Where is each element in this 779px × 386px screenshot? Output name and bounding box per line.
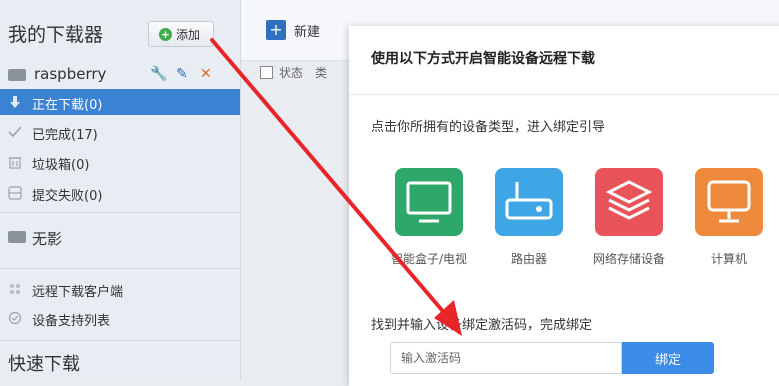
plus-circle-icon: +: [159, 27, 172, 41]
device-type-tv-button[interactable]: [395, 168, 463, 236]
column-header: 类: [315, 66, 328, 80]
quick-download-heading: 快速下载: [8, 354, 80, 375]
sidebar-item-label: 垃圾箱(0): [32, 158, 90, 173]
tv-icon: [406, 181, 452, 223]
support-list-icon: [8, 311, 22, 325]
divider: [349, 94, 779, 95]
select-all-checkbox[interactable]: [260, 66, 273, 79]
computer-icon: [707, 180, 751, 223]
link-label: 远程下载客户端: [32, 285, 124, 300]
sidebar-item-completed[interactable]: 已完成(17): [0, 119, 240, 145]
device-name: 无影: [32, 230, 63, 248]
downloader-sidebar: 我的下载器 + 添加 raspberry 🔧 ✎ ✕ 正在下载(0) 已完成(1…: [0, 0, 241, 380]
add-label: 添加: [176, 27, 201, 42]
device-type-nas-button[interactable]: [595, 168, 663, 236]
plus-icon: +: [266, 20, 286, 40]
device-type-router-button[interactable]: [495, 168, 563, 236]
device-type-computer-button[interactable]: [695, 168, 763, 236]
divider: [0, 212, 240, 213]
dialog-title: 使用以下方式开启智能设备远程下载: [371, 51, 595, 67]
bind-instruction: 找到并输入设备绑定激活码，完成绑定: [371, 318, 593, 333]
device-icon: [8, 69, 26, 81]
list-header: 状态 类: [260, 64, 327, 81]
delete-icon[interactable]: ✕: [200, 65, 212, 83]
failed-icon: [8, 186, 22, 200]
bind-button[interactable]: 绑定: [622, 342, 714, 374]
client-icon: [8, 282, 22, 296]
device-row-wuying[interactable]: 无影: [0, 223, 240, 249]
device-type-label: 计算机: [710, 252, 747, 266]
new-label: 新建: [294, 24, 321, 40]
activation-code-input[interactable]: [390, 342, 622, 374]
sidebar-item-downloading[interactable]: 正在下载(0): [0, 89, 240, 115]
remote-download-dialog: 使用以下方式开启智能设备远程下载 点击你所拥有的设备类型，进入绑定引导 智能盒子…: [349, 26, 779, 386]
device-name: raspberry: [34, 65, 107, 83]
add-downloader-button[interactable]: + 添加: [148, 21, 214, 47]
device-type-label: 路由器: [510, 252, 547, 266]
check-icon: [8, 125, 22, 139]
sidebar-item-label: 正在下载(0): [32, 98, 103, 113]
status-column-header: 状态: [279, 66, 304, 80]
link-remote-client[interactable]: 远程下载客户端: [0, 276, 240, 302]
divider: [0, 268, 240, 269]
device-type-label: 网络存储设备: [592, 252, 665, 266]
sidebar-header: 我的下载器 + 添加: [0, 0, 240, 60]
nas-icon: [605, 180, 653, 220]
device-icon: [8, 231, 26, 243]
device-type-label: 智能盒子/电视: [390, 252, 468, 266]
sidebar-item-trash[interactable]: 垃圾箱(0): [0, 149, 240, 175]
download-arrow-icon: [8, 95, 22, 109]
sidebar-item-failed[interactable]: 提交失败(0): [0, 180, 240, 206]
sidebar-title: 我的下载器: [8, 24, 104, 46]
edit-icon[interactable]: ✎: [176, 65, 188, 83]
divider: [0, 340, 240, 341]
link-label: 设备支持列表: [32, 314, 111, 329]
link-device-support[interactable]: 设备支持列表: [0, 305, 240, 331]
trash-icon: [8, 155, 22, 169]
device-row-raspberry[interactable]: raspberry 🔧 ✎ ✕: [0, 62, 240, 86]
sidebar-item-label: 已完成(17): [32, 128, 98, 143]
new-task-button[interactable]: + 新建: [266, 20, 320, 40]
router-icon: [505, 182, 553, 220]
dialog-subtitle: 点击你所拥有的设备类型，进入绑定引导: [371, 120, 606, 135]
wrench-icon[interactable]: 🔧: [150, 65, 167, 83]
sidebar-item-label: 提交失败(0): [32, 189, 103, 204]
